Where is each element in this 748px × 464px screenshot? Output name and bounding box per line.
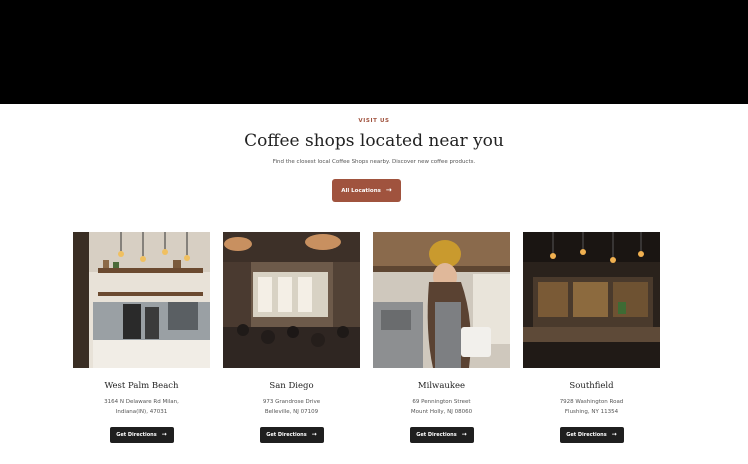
get-directions-button[interactable]: Get Directions → <box>109 427 174 443</box>
get-directions-button[interactable]: Get Directions → <box>559 427 624 443</box>
address-line-1: 69 Pennington Street <box>412 399 471 405</box>
arrow-right-icon: → <box>611 431 617 438</box>
section-title: Coffee shops located near you <box>244 131 504 151</box>
get-directions-label: Get Directions <box>266 432 307 438</box>
section-subtitle: Find the closest local Coffee Shops near… <box>272 159 476 165</box>
address-line-1: 7928 Washington Road <box>559 399 624 405</box>
arrow-right-icon: → <box>311 431 317 438</box>
get-directions-label: Get Directions <box>416 432 457 438</box>
get-directions-label: Get Directions <box>116 432 157 438</box>
location-address: 7928 Washington Road Flushing, NY 11354 <box>523 397 660 417</box>
get-directions-button[interactable]: Get Directions → <box>409 427 474 443</box>
all-locations-label: All Locations <box>341 187 381 194</box>
location-city: San Diego <box>269 381 314 391</box>
address-line-2: Indiana(IN), 47031 <box>115 409 168 415</box>
address-line-2: Mount Holly, NJ 08060 <box>410 409 473 415</box>
location-address: 973 Grandrose Drive Belleville, NJ 07109 <box>223 397 360 417</box>
location-photo <box>373 232 510 368</box>
get-directions-label: Get Directions <box>566 432 607 438</box>
section-eyebrow: VISIT US <box>358 118 390 124</box>
location-card-southfield: Southfield 7928 Washington Road Flushing… <box>523 232 660 443</box>
all-locations-button[interactable]: All Locations → <box>332 179 401 202</box>
location-address: 69 Pennington Street Mount Holly, NJ 080… <box>373 397 510 417</box>
location-address: 3164 N Delaware Rd Milan, Indiana(IN), 4… <box>73 397 210 417</box>
location-card-milwaukee: Milwaukee 69 Pennington Street Mount Hol… <box>373 232 510 443</box>
arrow-right-icon: → <box>161 431 167 438</box>
location-card-san-diego: San Diego 973 Grandrose Drive Belleville… <box>223 232 360 443</box>
location-city: Southfield <box>569 381 614 391</box>
location-photo <box>73 232 210 368</box>
arrow-right-icon: → <box>385 186 392 194</box>
location-photo <box>523 232 660 368</box>
get-directions-button[interactable]: Get Directions → <box>259 427 324 443</box>
location-card-west-palm-beach: West Palm Beach 3164 N Delaware Rd Milan… <box>73 232 210 443</box>
arrow-right-icon: → <box>461 431 467 438</box>
location-city: West Palm Beach <box>104 381 179 391</box>
address-line-1: 973 Grandrose Drive <box>262 399 321 405</box>
address-line-1: 3164 N Delaware Rd Milan, <box>104 399 179 405</box>
location-photo <box>223 232 360 368</box>
address-line-2: Belleville, NJ 07109 <box>264 409 319 415</box>
address-line-2: Flushing, NY 11354 <box>564 409 619 415</box>
location-city: Milwaukee <box>417 381 466 391</box>
top-black-band <box>0 0 748 104</box>
